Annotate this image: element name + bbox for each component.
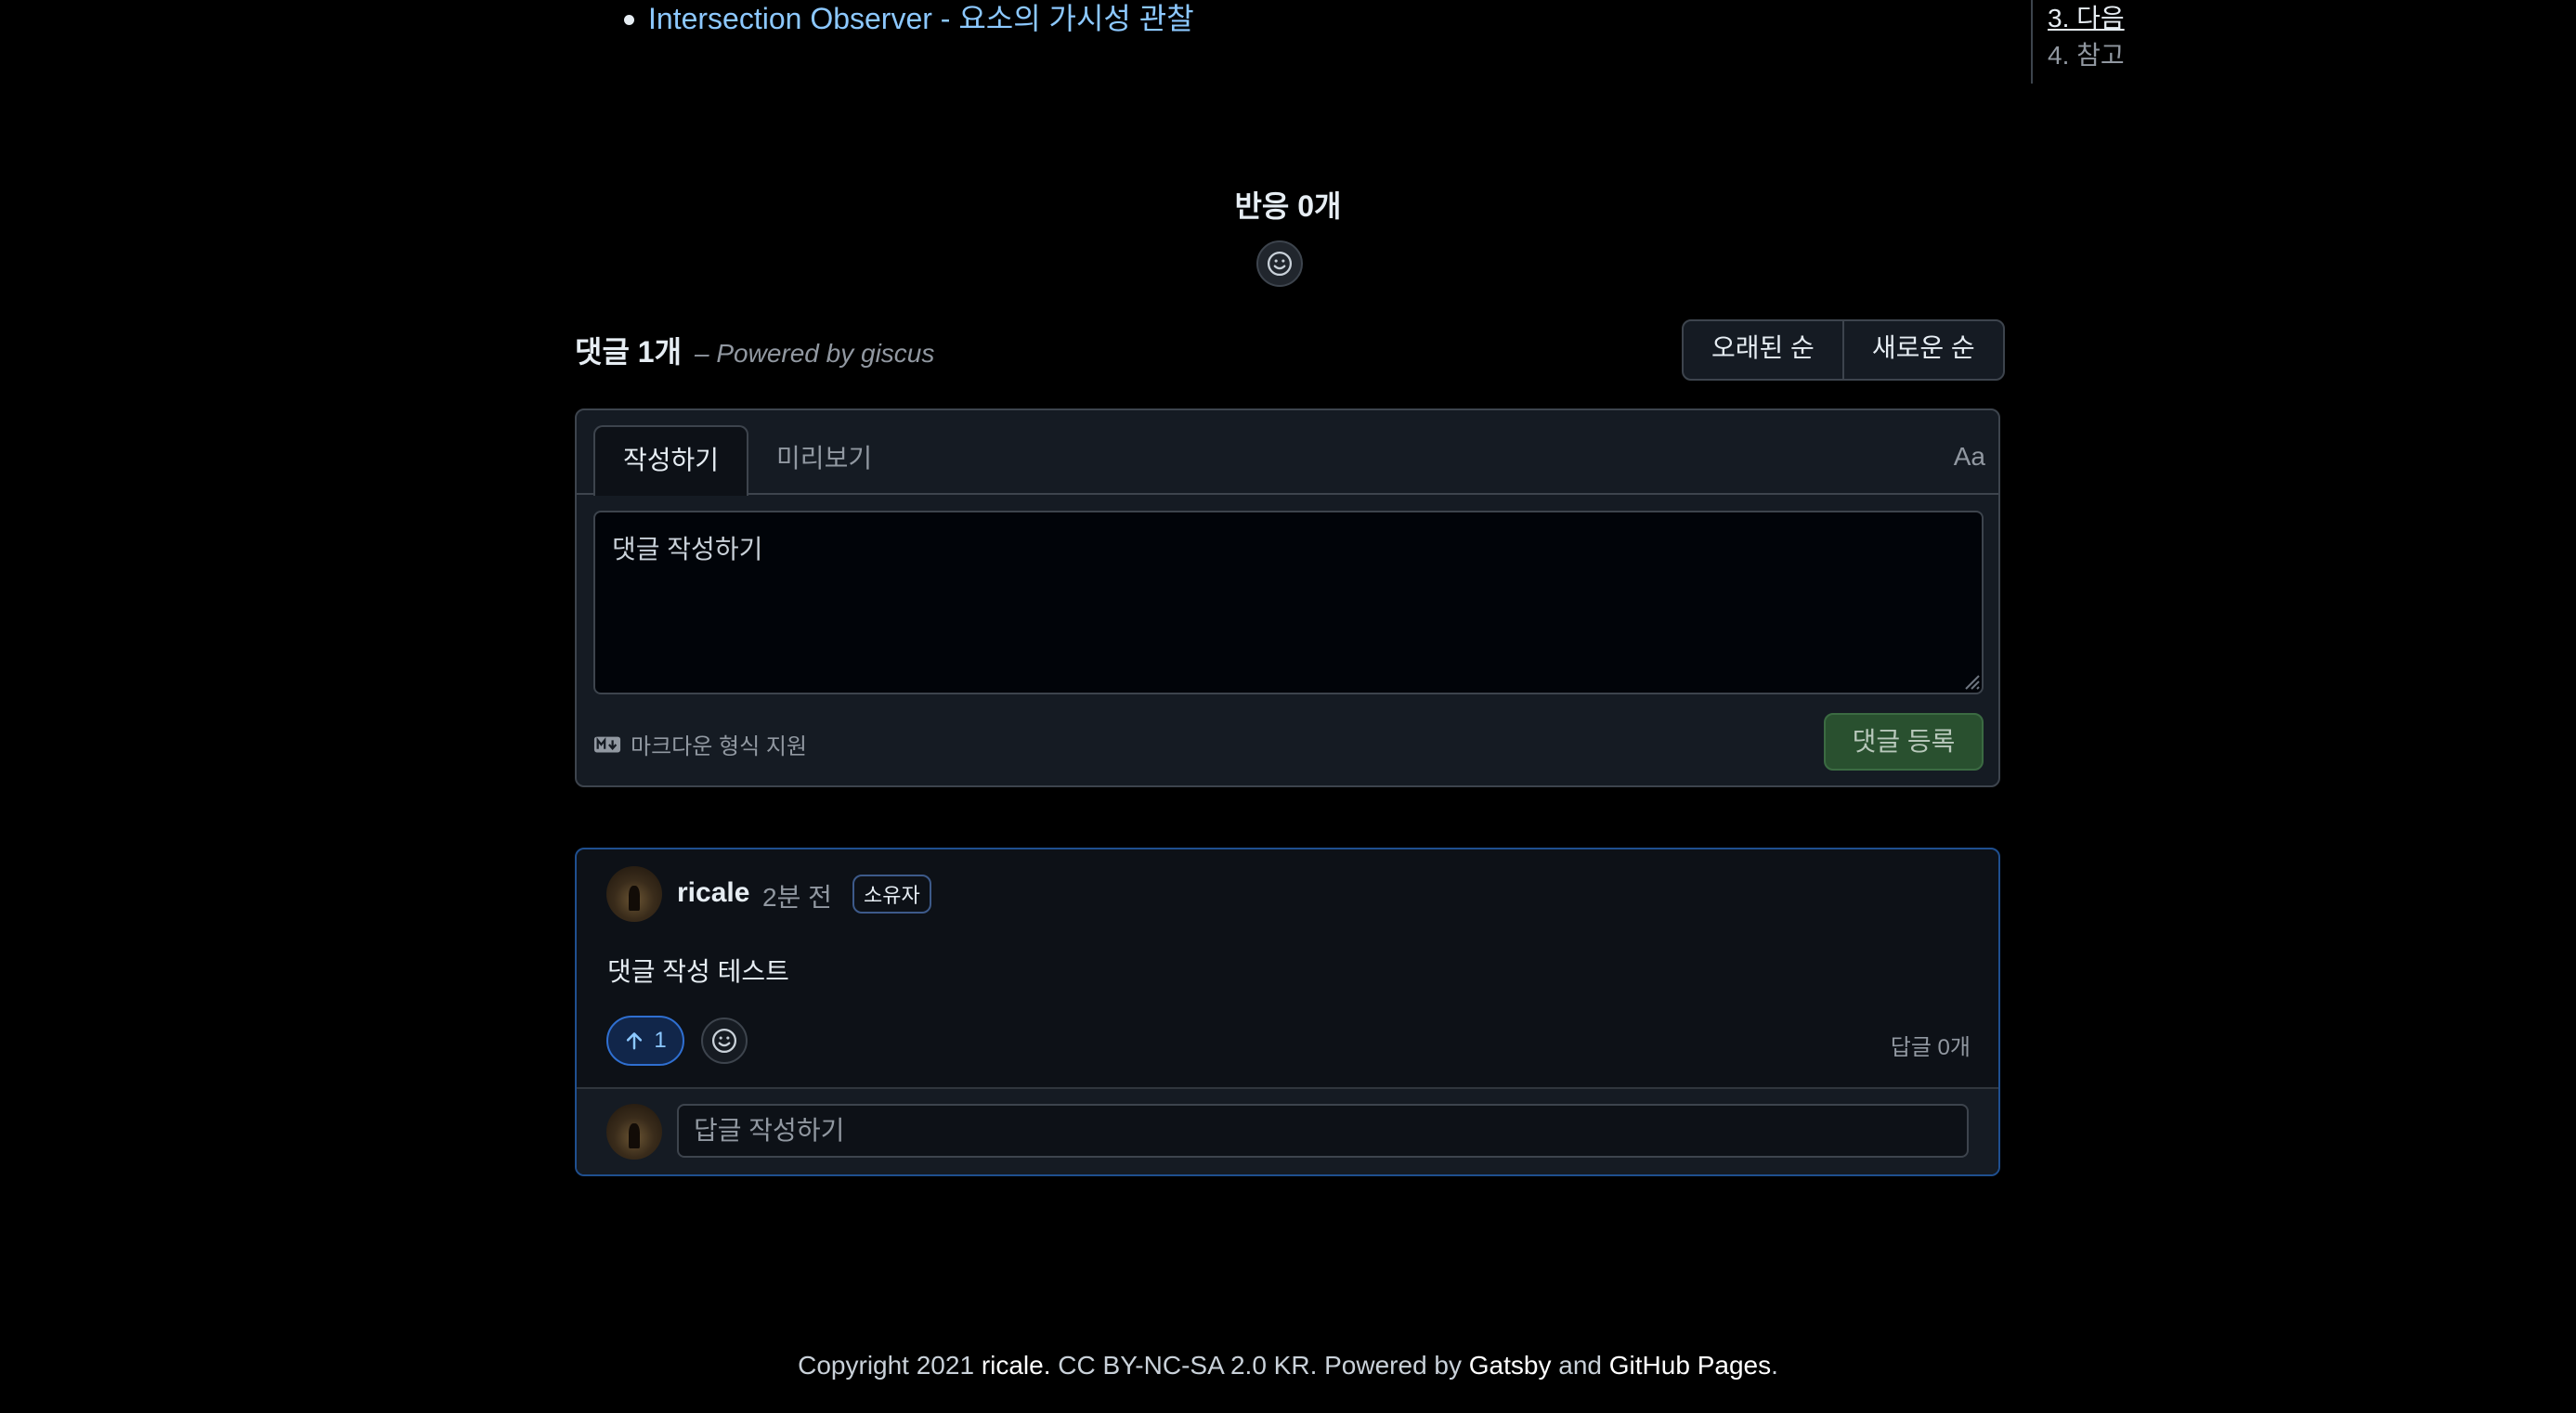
upvote-count: 1	[654, 1028, 667, 1053]
reply-area: 답글 작성하기	[577, 1087, 1998, 1174]
table-of-contents: 3. 다음 4. 참고	[2031, 0, 2125, 84]
tab-preview[interactable]: 미리보기	[748, 425, 900, 492]
smiley-icon	[711, 1028, 737, 1054]
editor-tabs: 작성하기 미리보기	[593, 425, 900, 496]
comments-header: 댓글 1개 – Powered by giscus	[575, 329, 934, 371]
upvote-button[interactable]: 1	[606, 1016, 684, 1066]
markdown-icon	[593, 736, 621, 752]
comment-body: 댓글 작성 테스트	[607, 957, 789, 986]
font-toggle-button[interactable]: Aa	[1954, 442, 1985, 472]
arrow-up-icon	[627, 1032, 643, 1050]
footer-github-pages-link[interactable]: GitHub Pages	[1609, 1351, 1771, 1380]
submit-comment-button[interactable]: 댓글 등록	[1824, 713, 1984, 771]
tab-write[interactable]: 작성하기	[593, 425, 749, 496]
comment-add-reaction-button[interactable]	[701, 1018, 748, 1064]
comment-card: ricale 2분 전 소유자 댓글 작성 테스트 1 답글 0개 답글 작성하…	[575, 848, 2000, 1176]
related-link-item: Intersection Observer - 요소의 가시성 관찰	[620, 0, 1194, 37]
avatar[interactable]	[606, 866, 662, 922]
reply-count: 답글 0개	[1890, 1035, 1971, 1060]
comment-count: 댓글 1개	[575, 335, 683, 369]
sort-newest-button[interactable]: 새로운 순	[1841, 321, 2003, 379]
comment-author[interactable]: ricale	[677, 877, 749, 909]
footer-and: and	[1558, 1351, 1602, 1380]
reply-input[interactable]: 답글 작성하기	[677, 1104, 1969, 1158]
add-reaction-button[interactable]	[1256, 240, 1303, 287]
footer-copyright: Copyright 2021	[798, 1351, 975, 1380]
comment-timestamp[interactable]: 2분 전	[762, 877, 832, 914]
toc-item-references[interactable]: 4. 참고	[2048, 37, 2125, 74]
avatar	[606, 1104, 662, 1160]
markdown-note: 마크다운 형식 지원	[593, 728, 807, 760]
related-links: Intersection Observer - 요소의 가시성 관찰	[620, 0, 1194, 37]
smiley-icon	[1267, 251, 1293, 277]
footer-owner-link[interactable]: ricale.	[982, 1351, 1051, 1380]
footer-period: .	[1771, 1351, 1778, 1380]
toc-item-next[interactable]: 3. 다음	[2048, 0, 2125, 37]
sort-oldest-button[interactable]: 오래된 순	[1684, 321, 1842, 379]
footer-license: CC BY-NC-SA 2.0 KR. Powered by	[1058, 1351, 1462, 1380]
markdown-note-label: 마크다운 형식 지원	[631, 734, 807, 759]
owner-badge: 소유자	[852, 875, 931, 914]
sort-toggle: 오래된 순 새로운 순	[1682, 319, 2005, 381]
comment-editor: 작성하기 미리보기 Aa 댓글 작성하기 마크다운 형식 지원 댓글 등록	[575, 408, 2000, 787]
footer-gatsby-link[interactable]: Gatsby	[1469, 1351, 1552, 1380]
intersection-observer-link[interactable]: Intersection Observer - 요소의 가시성 관찰	[648, 2, 1194, 35]
powered-by-giscus: – Powered by giscus	[695, 339, 935, 368]
reactions-title: 반응 0개	[1234, 189, 1342, 223]
comment-textarea[interactable]: 댓글 작성하기	[593, 511, 1984, 694]
resize-handle-icon[interactable]	[1962, 672, 1981, 691]
site-footer: Copyright 2021 ricale. CC BY-NC-SA 2.0 K…	[0, 1351, 2576, 1381]
